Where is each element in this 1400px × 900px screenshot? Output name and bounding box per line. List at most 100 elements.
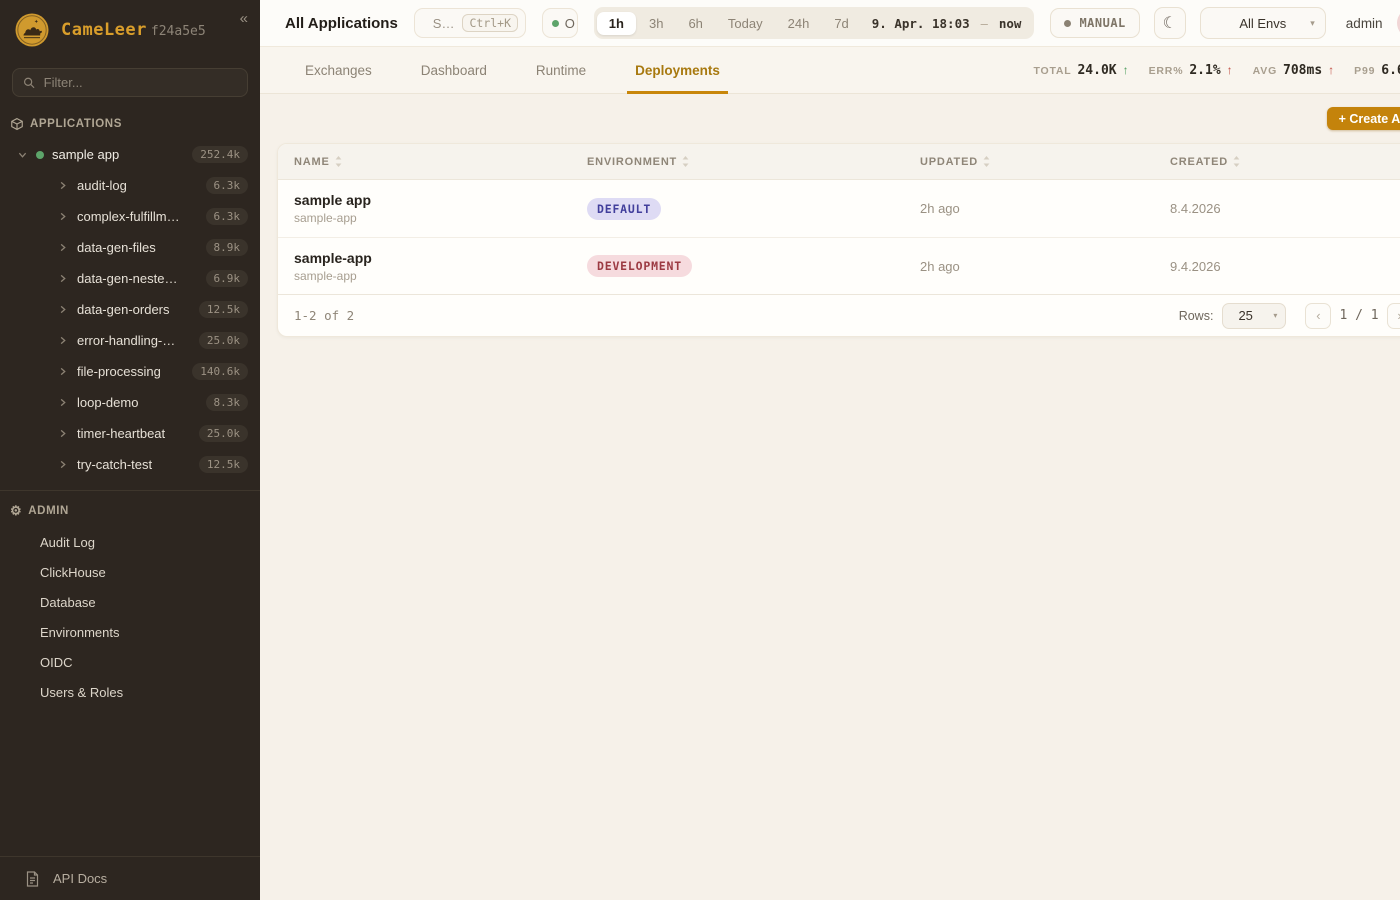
environment-select[interactable]: All Envs ▾ [1200,7,1326,39]
sidebar-item-audit-log[interactable]: Audit Log [0,527,260,557]
table-row[interactable]: sample app sample-app DEFAULT 2h ago 8.4… [278,180,1400,237]
updated-cell: 2h ago [904,259,1154,274]
app-name: sample app [294,192,571,208]
updated-cell: 2h ago [904,201,1154,216]
sort-icon [682,156,689,167]
chevron-right-icon [58,305,67,314]
sidebar-collapse-icon[interactable]: « [240,10,248,27]
created-cell: 8.4.2026 [1154,201,1400,216]
table-row[interactable]: sample-app sample-app DEVELOPMENT 2h ago… [278,237,1400,294]
column-header-label: NAME [294,156,330,168]
tree-item[interactable]: timer-heartbeat 25.0k [0,418,260,449]
count-badge: 8.3k [206,394,249,411]
applications-section-header: APPLICATIONS [0,113,260,139]
stat-value: 6.6s [1381,63,1400,78]
chevron-right-icon [58,367,67,376]
tree-root-label: sample app [52,147,119,162]
manual-refresh-button[interactable]: MANUAL [1050,8,1139,38]
app-version: f24a5e5 [151,24,206,39]
tree-item[interactable]: audit-log 6.3k [0,170,260,201]
tree-item[interactable]: data-gen-orders 12.5k [0,294,260,325]
time-range-start[interactable]: 9. Apr. 18:03 [862,16,980,31]
online-status-label: O [565,16,575,31]
dark-mode-toggle[interactable]: ☾ [1154,7,1186,39]
user-name: admin [1346,16,1383,31]
filter-input[interactable] [44,75,237,90]
tree-item[interactable]: error-handling-… 25.0k [0,325,260,356]
tabs-bar: Exchanges Dashboard Runtime Deployments … [260,47,1400,94]
sidebar-item-database[interactable]: Database [0,587,260,617]
time-range-1h[interactable]: 1h [597,12,636,35]
tree-item[interactable]: data-gen-files 8.9k [0,232,260,263]
next-page-button[interactable]: › [1387,303,1400,329]
stat-total: TOTAL 24.0K ↑ [1033,63,1128,78]
chevron-right-icon [58,336,67,345]
camel-logo-icon [14,12,50,48]
pagination-controls: Rows: 25 ▾ ‹ 1 / 1 › [1179,303,1400,329]
tree-item-label: loop-demo [77,395,138,410]
stat-p99: P99 6.6s ↑ [1354,63,1400,78]
global-search-button[interactable]: S… Ctrl+K [414,8,526,38]
tab-deployments[interactable]: Deployments [627,47,728,94]
environment-cell: DEVELOPMENT [571,255,904,277]
time-range-6h[interactable]: 6h [676,12,714,35]
tab-runtime[interactable]: Runtime [528,47,594,94]
tree-item-label: error-handling-… [77,333,175,348]
sidebar-item-oidc[interactable]: OIDC [0,647,260,677]
chevron-down-icon [18,150,27,159]
sidebar-header: CameLeerf24a5e5 « [0,0,260,58]
tree-item[interactable]: complex-fulfillm… 6.3k [0,201,260,232]
count-badge: 6.9k [206,270,249,287]
sidebar-item-environments[interactable]: Environments [0,617,260,647]
tab-dashboard[interactable]: Dashboard [413,47,495,94]
column-header-environment[interactable]: ENVIRONMENT [571,156,904,168]
time-range-7d[interactable]: 7d [822,12,860,35]
api-docs-link[interactable]: API Docs [0,856,260,900]
user-avatar[interactable]: AD [1397,8,1400,38]
tree-item-label: timer-heartbeat [77,426,165,441]
time-range-end[interactable]: now [989,16,1032,31]
stat-label: P99 [1354,65,1375,77]
admin-item-label: Database [40,595,96,610]
admin-item-label: Environments [40,625,119,640]
app-slug: sample-app [294,269,571,283]
online-status-button[interactable]: O [542,8,578,38]
column-header-name[interactable]: NAME [278,156,571,168]
sidebar-item-clickhouse[interactable]: ClickHouse [0,557,260,587]
column-header-label: UPDATED [920,156,978,168]
chevron-right-icon [58,212,67,221]
tree-item-label: complex-fulfillm… [77,209,180,224]
trend-up-icon: ↑ [1328,63,1334,77]
environment-select-value: All Envs [1239,16,1286,31]
sidebar-item-users-roles[interactable]: Users & Roles [0,677,260,707]
prev-page-button[interactable]: ‹ [1305,303,1331,329]
trend-up-icon: ↑ [1227,63,1233,77]
time-range-3h[interactable]: 3h [637,12,675,35]
environment-badge: DEVELOPMENT [587,255,692,277]
sidebar: CameLeerf24a5e5 « APPLICATIONS sample ap… [0,0,260,900]
stat-label: ERR% [1149,65,1184,77]
tree-root-sample-app[interactable]: sample app 252.4k [0,139,260,170]
tree-item-label: try-catch-test [77,457,152,472]
app-name-cell: sample app sample-app [278,192,571,225]
tab-exchanges[interactable]: Exchanges [297,47,380,94]
create-app-button[interactable]: + Create App [1327,107,1400,130]
column-header-created[interactable]: CREATED [1154,156,1400,168]
tree-item-label: data-gen-files [77,240,156,255]
tree-item[interactable]: try-catch-test 12.5k [0,449,260,480]
table-footer: 1-2 of 2 Rows: 25 ▾ ‹ 1 / 1 › [278,294,1400,336]
chevron-right-icon [58,398,67,407]
time-range-24h[interactable]: 24h [776,12,822,35]
tab-label: Dashboard [421,63,487,78]
sidebar-filter[interactable] [12,68,248,97]
trend-up-icon: ↑ [1123,63,1129,77]
tree-item[interactable]: loop-demo 8.3k [0,387,260,418]
stat-err: ERR% 2.1% ↑ [1149,63,1233,78]
time-range-today[interactable]: Today [716,12,775,35]
column-header-updated[interactable]: UPDATED [904,156,1154,168]
count-badge: 12.5k [199,301,248,318]
tree-item[interactable]: data-gen-neste… 6.9k [0,263,260,294]
active-tab-underline [627,91,728,94]
rows-per-page-select[interactable]: 25 ▾ [1222,303,1286,329]
tree-item[interactable]: file-processing 140.6k [0,356,260,387]
